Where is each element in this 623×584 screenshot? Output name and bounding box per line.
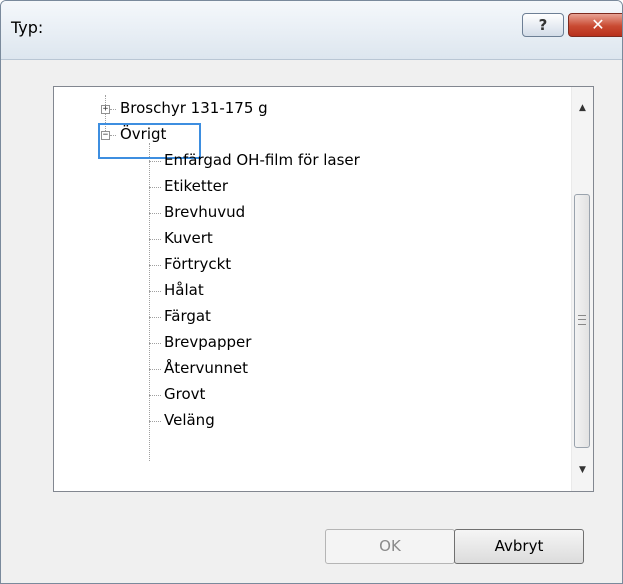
title-bar: Typ: ? ✕ (1, 1, 622, 60)
tree-item-grovt[interactable]: Grovt (164, 383, 205, 405)
close-button[interactable]: ✕ (568, 13, 622, 37)
tree-item-label: Veläng (164, 411, 215, 429)
tree-line (149, 421, 161, 422)
vertical-scrollbar[interactable]: ▲ ▼ (571, 87, 593, 491)
tree-item-label: Förtryckt (164, 255, 232, 273)
scroll-down-arrow-icon[interactable]: ▼ (572, 459, 593, 481)
tree-line (149, 291, 161, 292)
tree-item-atervunnet[interactable]: Återvunnet (164, 357, 248, 379)
tree-item-fargat[interactable]: Färgat (164, 305, 211, 327)
tree-line (149, 369, 161, 370)
tree-line (149, 317, 161, 318)
tree-item-label: Kuvert (164, 229, 213, 247)
tree-item-broschyr[interactable]: Broschyr 131-175 g (120, 97, 268, 119)
collapse-minus-icon[interactable]: − (101, 131, 110, 140)
tree-item-label: Brevpapper (164, 333, 252, 351)
tree-line (149, 143, 150, 461)
tree-item-label: Återvunnet (164, 359, 249, 377)
scroll-up-arrow-icon[interactable]: ▲ (572, 97, 593, 119)
tree-item-label: Broschyr 131-175 g (120, 99, 268, 117)
tree-line (149, 187, 161, 188)
cancel-button[interactable]: Avbryt (454, 529, 584, 564)
tree-line (149, 395, 161, 396)
tree-item-label: Grovt (164, 385, 206, 403)
tree-item-ovrigt[interactable]: Övrigt (120, 123, 166, 145)
tree-item-velang[interactable]: Veläng (164, 409, 215, 431)
tree-item-fortryckt[interactable]: Förtryckt (164, 253, 231, 275)
tree-item-label: Etiketter (164, 177, 229, 195)
tree-line (149, 265, 161, 266)
tree-item-label: Färgat (164, 307, 211, 325)
tree-item-kuvert[interactable]: Kuvert (164, 227, 213, 249)
tree-item-label: Övrigt (120, 125, 167, 143)
tree-item-halat[interactable]: Hålat (164, 279, 204, 301)
tree-item-label: Enfärgad OH-film för laser (164, 151, 360, 169)
tree-line (110, 109, 116, 110)
tree-item-label: Hålat (164, 281, 204, 299)
tree-item-enfargad-oh-film[interactable]: Enfärgad OH-film för laser (164, 149, 360, 171)
tree-line (149, 239, 161, 240)
media-type-tree[interactable]: + Broschyr 131-175 g − Övrigt Enfärgad O… (53, 86, 594, 492)
tree-line (149, 213, 161, 214)
scrollbar-thumb[interactable] (574, 194, 590, 448)
expand-plus-icon[interactable]: + (101, 105, 110, 114)
tree-line (149, 343, 161, 344)
dialog-title: Typ: (11, 18, 44, 37)
tree-item-etiketter[interactable]: Etiketter (164, 175, 228, 197)
tree-line (149, 161, 161, 162)
ok-button[interactable]: OK (325, 529, 455, 564)
help-button[interactable]: ? (522, 13, 564, 37)
dialog-window: Typ: ? ✕ + Broschyr 131-175 g − Övrigt E… (0, 0, 623, 584)
tree-item-brevpapper[interactable]: Brevpapper (164, 331, 251, 353)
grip-icon (578, 315, 586, 325)
tree-item-brevhuvud[interactable]: Brevhuvud (164, 201, 245, 223)
tree-item-label: Brevhuvud (164, 203, 246, 221)
